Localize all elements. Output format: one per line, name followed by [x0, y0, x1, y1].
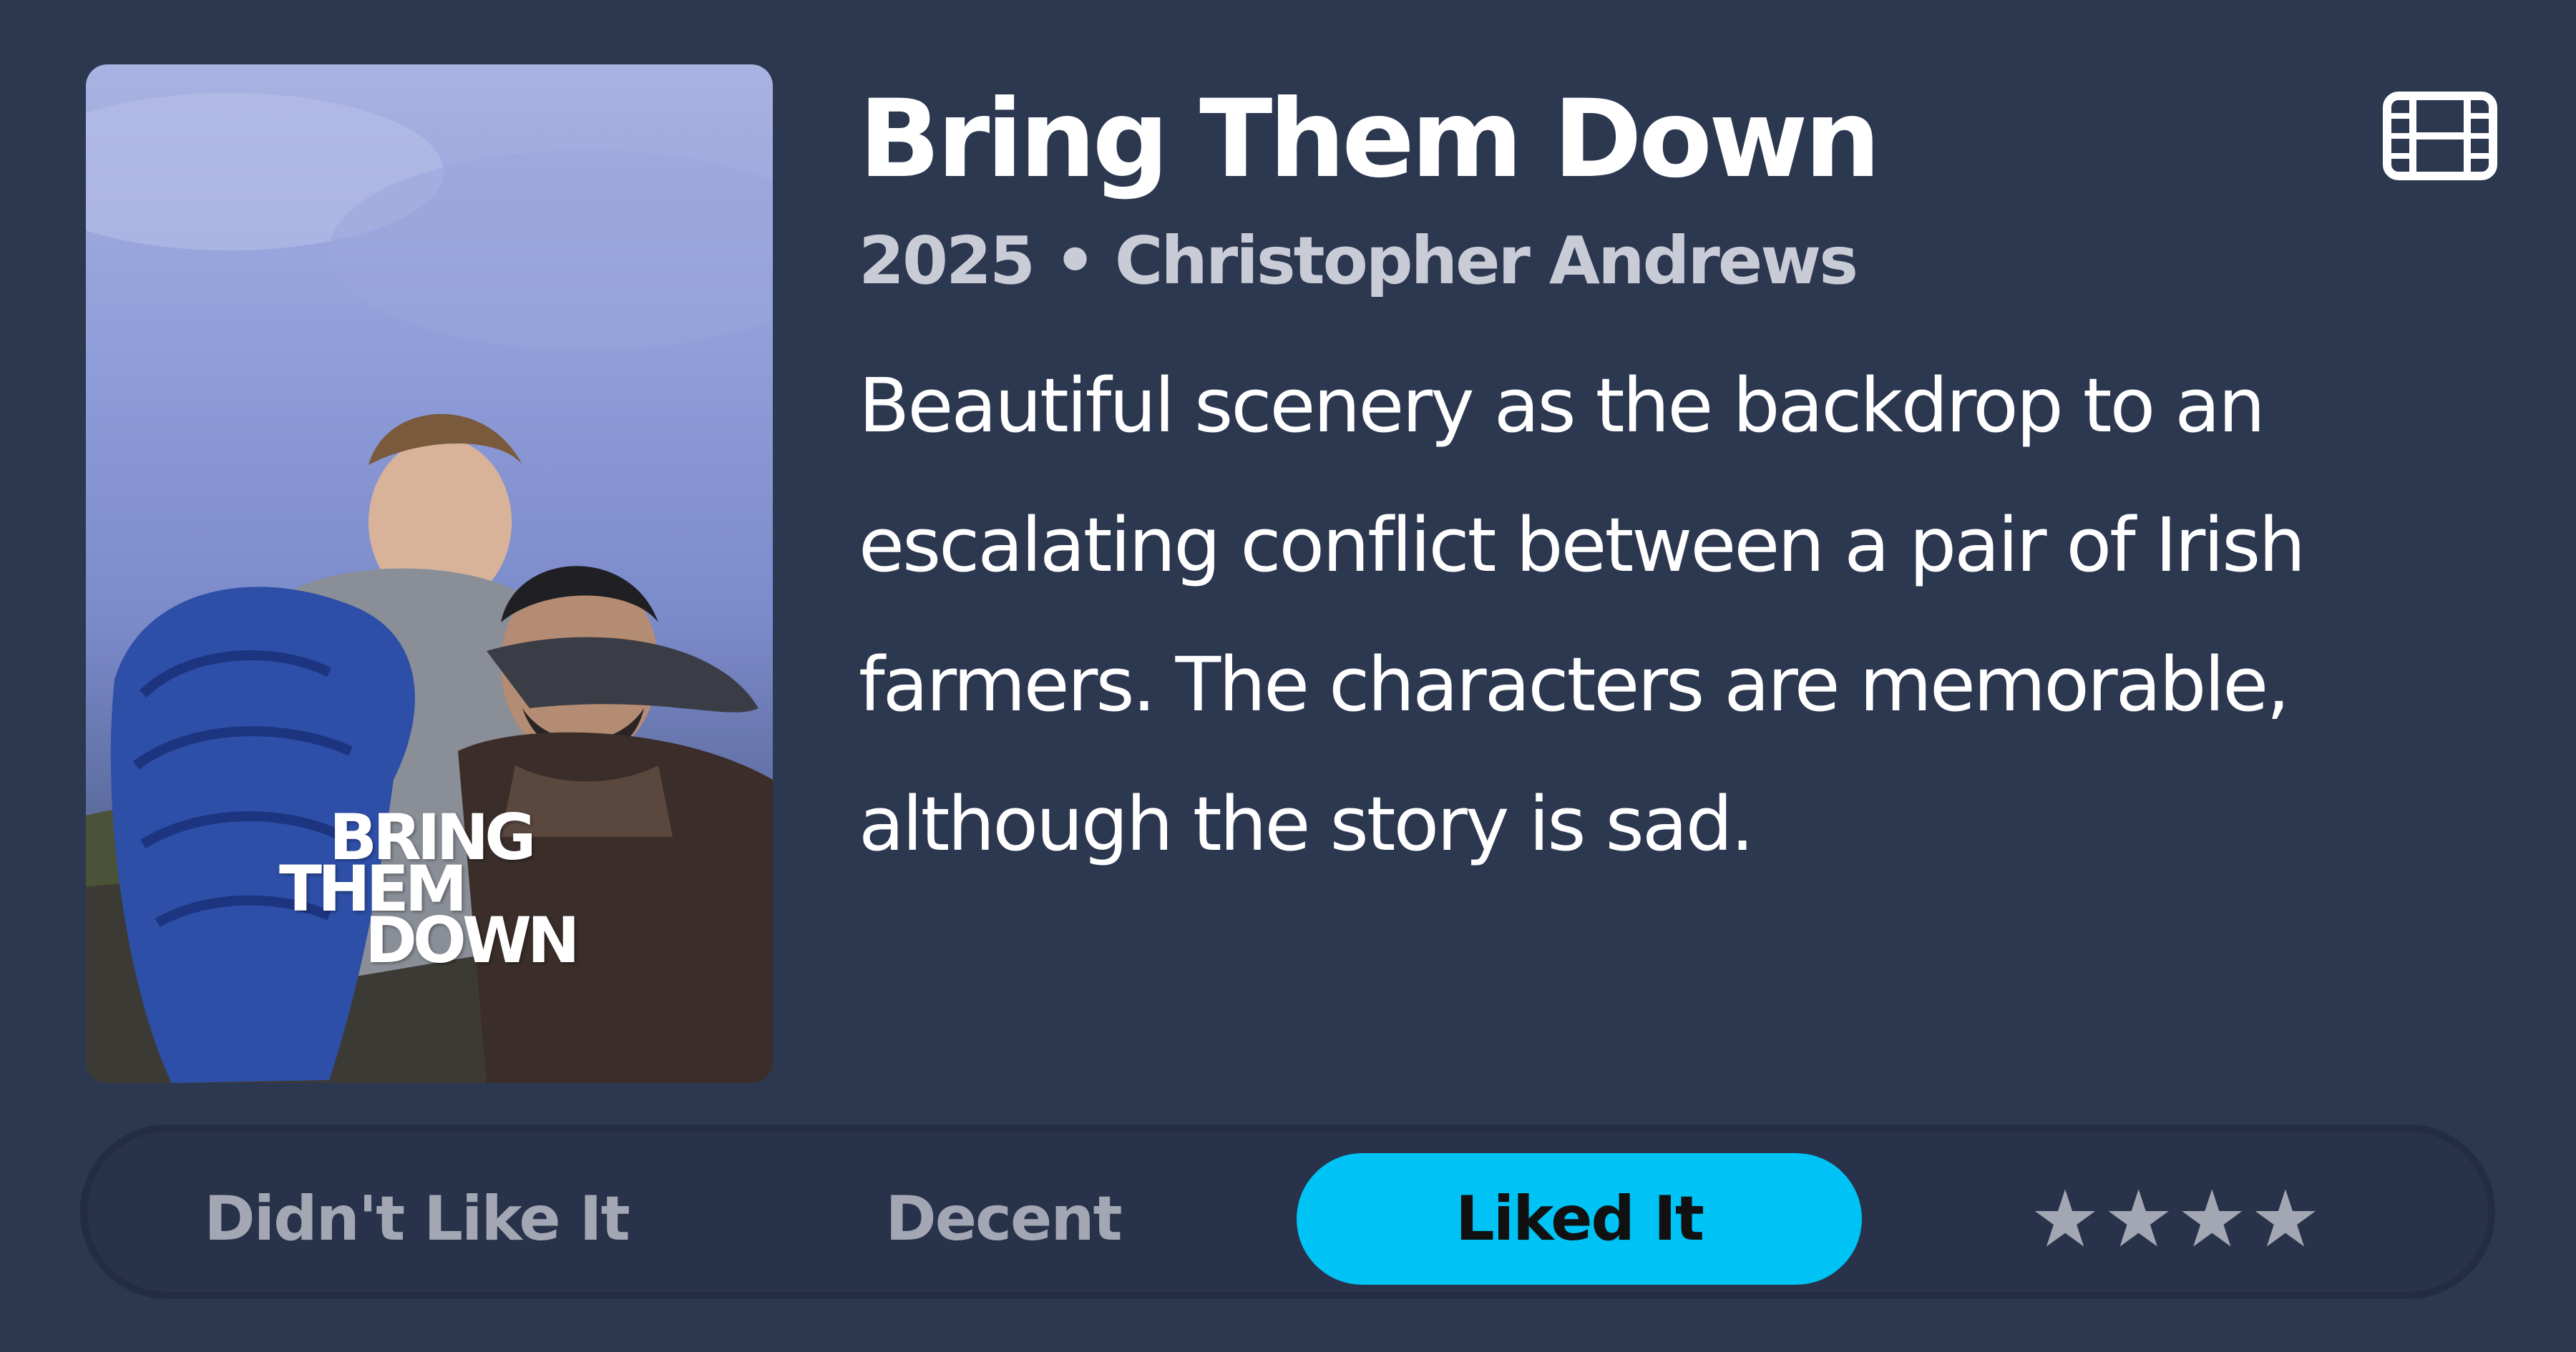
rating-selector: Didn't Like It Decent Liked It ★★★★ — [80, 1125, 2495, 1299]
rating-option-liked-selected[interactable]: Liked It — [1297, 1153, 1862, 1285]
film-icon[interactable] — [2383, 92, 2497, 180]
movie-subtitle: 2025 • Christopher Andrews — [859, 222, 1858, 299]
movie-title: Bring Them Down — [859, 77, 1880, 202]
rating-option-didnt-like[interactable]: Didn't Like It — [130, 1153, 703, 1285]
poster-title-text: BRING THEM DOWN — [279, 806, 680, 972]
rating-option-decent[interactable]: Decent — [717, 1153, 1289, 1285]
movie-review-card: BRING THEM DOWN Bring Them Down 2025 • C… — [0, 0, 2576, 1352]
rating-option-four-stars[interactable]: ★★★★ — [1890, 1153, 2463, 1285]
review-text: Beautiful scenery as the backdrop to an … — [859, 362, 2306, 868]
movie-poster: BRING THEM DOWN — [86, 64, 773, 1083]
